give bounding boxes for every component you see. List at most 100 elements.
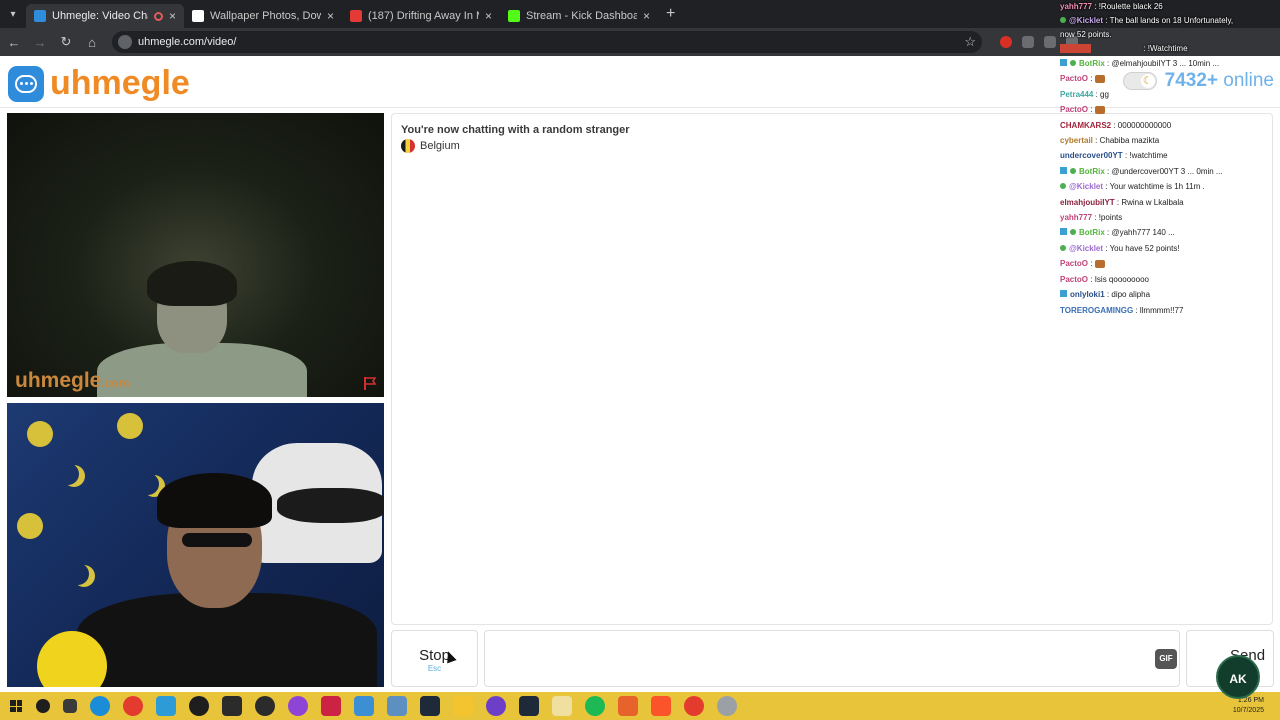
stream-chat-overlay: yahh777 : !Roulette black 26 @Kicklet : … <box>1060 0 1280 320</box>
reload-icon[interactable]: ↻ <box>54 34 78 50</box>
chat-bubble-icon <box>8 65 44 102</box>
extension-icon[interactable] <box>1022 36 1034 48</box>
app-icon[interactable] <box>618 696 638 716</box>
spotify-icon[interactable] <box>585 696 605 716</box>
overlay-chat-line: BotRix : @elmahjoubiIYT 3 ... 10min ... <box>1060 56 1280 71</box>
overlay-chat-line: BotRix : @undercover00YT 3 ... 0min ... <box>1060 164 1280 179</box>
extension-icon[interactable] <box>1044 36 1056 48</box>
overlay-chat-line: @Kicklet : Your watchtime is 1h 11m . <box>1060 179 1280 194</box>
bookmark-star-icon[interactable]: ☆ <box>964 34 976 50</box>
brave-browser-icon[interactable] <box>651 696 671 716</box>
country-name: Belgium <box>420 140 460 152</box>
photos-app-icon[interactable] <box>156 696 176 716</box>
tab-title: (187) Drifting Away In Memoric <box>368 10 479 22</box>
tab-uhmegle[interactable]: Uhmegle: Video Chat | Ome × <box>26 4 184 28</box>
self-video <box>7 403 384 687</box>
url-text[interactable]: uhmegle.com/video/ <box>138 36 964 48</box>
extension-icon[interactable] <box>1000 36 1012 48</box>
back-arrow-icon[interactable]: ← <box>2 35 26 50</box>
chrome-browser-icon[interactable] <box>123 696 143 716</box>
overlay-chat-line: BotRix : @yahh777 140 ... <box>1060 225 1280 240</box>
overlay-chat-line: Petra444 : gg <box>1060 89 1109 99</box>
tab-wallpaper[interactable]: Wallpaper Photos, Download T × <box>184 4 342 28</box>
overlay-chat-line: CHAMKARS2 : 000000000000 <box>1060 120 1172 130</box>
system-clock[interactable]: 1:26 PM 10/7/2025 <box>1233 696 1264 716</box>
record-app-icon[interactable] <box>189 696 209 716</box>
tab-search-chevron-icon[interactable]: ▾ <box>0 0 26 28</box>
app-icon[interactable] <box>387 696 407 716</box>
emote-icon <box>1094 75 1105 84</box>
site-info-icon[interactable] <box>118 35 132 49</box>
overlay-chat-line: : !Watchtime <box>1060 42 1280 56</box>
uhmegle-logo[interactable]: uhmegle <box>8 64 190 103</box>
chrome-browser-icon[interactable] <box>684 696 704 716</box>
message-box: GIF <box>484 630 1180 687</box>
windows-logo-icon <box>10 700 22 712</box>
message-input[interactable] <box>485 631 1145 686</box>
app-icon[interactable] <box>354 696 374 716</box>
gif-button[interactable]: GIF <box>1155 649 1177 669</box>
address-bar[interactable]: uhmegle.com/video/ ☆ <box>112 31 982 53</box>
belgium-flag-icon <box>401 139 415 153</box>
unsplash-favicon-icon <box>192 10 204 22</box>
edge-browser-icon[interactable] <box>90 696 110 716</box>
close-tab-icon[interactable]: × <box>485 9 492 23</box>
overlay-chat-line: undercover00YT : !watchtime <box>1060 151 1168 161</box>
verified-dot-icon <box>1070 60 1076 66</box>
overlay-chat-line: PactoO : Isis qoooooooo <box>1060 274 1149 284</box>
close-tab-icon[interactable]: × <box>327 9 334 23</box>
tab-title: Stream - Kick Dashboard <box>526 10 637 22</box>
close-tab-icon[interactable]: × <box>643 9 650 23</box>
verified-dot-icon <box>1070 167 1076 174</box>
tab-title: Wallpaper Photos, Download T <box>210 10 321 22</box>
tab-kick-dashboard[interactable]: Stream - Kick Dashboard × <box>500 4 658 28</box>
forward-arrow-icon[interactable]: → <box>28 35 52 50</box>
file-explorer-icon[interactable] <box>453 696 473 716</box>
steam-icon[interactable] <box>420 696 440 716</box>
tab-youtube[interactable]: (187) Drifting Away In Memoric × <box>342 4 500 28</box>
app-icon[interactable] <box>222 696 242 716</box>
app-icon[interactable] <box>288 696 308 716</box>
close-tab-icon[interactable]: × <box>169 9 176 23</box>
steam-icon[interactable] <box>519 696 539 716</box>
verified-dot-icon <box>1060 244 1066 251</box>
windows-taskbar: 1:26 PM 10/7/2025 <box>0 692 1280 720</box>
report-flag-icon[interactable] <box>362 375 378 391</box>
start-button[interactable] <box>0 700 32 712</box>
overlay-chat-line: PactoO : <box>1060 71 1280 86</box>
app-icon[interactable] <box>255 696 275 716</box>
overlay-chat-line: PactoO : <box>1060 102 1280 117</box>
overlay-chat-line: cybertail : Chabiba mazikta <box>1060 136 1160 146</box>
recording-indicator-icon <box>153 11 163 21</box>
emote-icon <box>1094 260 1105 269</box>
overlay-chat-line: @Kicklet : The ball lands on 18 Unfortun… <box>1060 14 1280 28</box>
overlay-chat-line: elmahjoubiIYT : Rwina w Lkalbala <box>1060 197 1184 207</box>
verified-dot-icon <box>1070 229 1076 236</box>
overlay-chat-line: onlyloki1 : dipo alipha <box>1060 287 1280 302</box>
tab-title: Uhmegle: Video Chat | Ome <box>52 10 148 22</box>
app-icon[interactable] <box>717 696 737 716</box>
bot-badge-icon <box>1060 59 1067 66</box>
bot-badge-icon <box>1060 166 1067 174</box>
overlay-chat-line: now 52 points. <box>1060 30 1112 39</box>
ak-streamer-badge: AK <box>1216 655 1260 699</box>
emote-icon <box>1094 106 1105 115</box>
bot-badge-icon <box>1060 228 1067 236</box>
task-view-icon[interactable] <box>63 699 77 713</box>
stranger-video: uhmegle.com <box>7 113 384 397</box>
stop-shortcut-hint: Esc <box>427 664 442 673</box>
new-tab-icon[interactable]: + <box>666 5 675 23</box>
search-icon[interactable] <box>36 699 50 713</box>
chat-status-message: You're now chatting with a random strang… <box>401 124 630 136</box>
overlay-chat-line: yahh777 : !Roulette black 26 <box>1060 2 1163 11</box>
overlay-chat-line: yahh777 : !points <box>1060 213 1123 223</box>
overlay-chat-line: PactoO : <box>1060 256 1280 271</box>
stop-label: Stop <box>419 647 450 664</box>
stop-button[interactable]: Stop Esc <box>391 630 478 687</box>
kick-favicon-icon <box>508 10 520 22</box>
app-icon[interactable] <box>321 696 341 716</box>
home-icon[interactable]: ⌂ <box>80 35 104 50</box>
folder-icon[interactable] <box>552 696 572 716</box>
discord-icon[interactable] <box>486 696 506 716</box>
uhmegle-favicon-icon <box>34 10 46 22</box>
